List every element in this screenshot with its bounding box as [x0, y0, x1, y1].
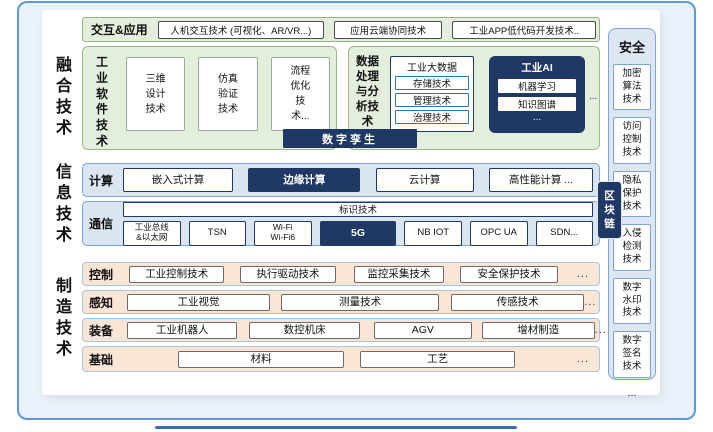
industrial-ai-panel: 工业AI 机器学习 知识图谱 ... — [489, 56, 585, 133]
perception-row-label: 感知 — [89, 294, 123, 311]
embedded-computing-box: 嵌入式计算 — [123, 168, 233, 192]
section-label-mfg-tech: 制造技术 — [53, 276, 75, 360]
machine-vision-box: 工业视觉 — [127, 294, 270, 311]
nbiot-box: NB IOT — [404, 221, 462, 246]
knowledge-graph-box: 知识图谱 — [498, 97, 576, 111]
industrial-app-lowcode-box: 工业APP低代码开发技术.. — [452, 21, 596, 39]
industrial-ai-title: 工业AI — [498, 60, 576, 75]
communication-items: 标识技术 工业总线 &以太网 TSN Wi-Fi Wi-Fi6 5G NB IO… — [123, 202, 593, 246]
measurement-tech-box: 测量技术 — [281, 294, 439, 311]
materials-box: 材料 — [178, 351, 344, 368]
equipment-row-label: 装备 — [89, 322, 123, 339]
hpc-box: 高性能计算 ... — [489, 168, 593, 192]
process-craft-box: 工艺 — [360, 351, 516, 368]
edge-computing-box: 边缘计算 — [248, 168, 360, 192]
control-row: 控制 工业控制技术 执行驱动技术 监控采集技术 安全保护技术 ... — [82, 262, 600, 286]
control-row-label: 控制 — [89, 266, 123, 283]
blockchain-tag: 区块链 — [598, 182, 621, 238]
sdn-box: SDN... — [536, 221, 594, 246]
interaction-app-label: 交互&应用 — [89, 21, 148, 38]
identifier-tech-banner: 标识技术 — [123, 202, 593, 217]
perception-row-ellipsis: ... — [584, 296, 598, 308]
digital-watermark-tech-box: 数字水印技术 — [613, 278, 651, 324]
ai-ellipsis: ... — [498, 115, 576, 121]
industrial-bigdata-panel: 工业大数据 存储技术 管理技术 治理技术 ... — [390, 56, 474, 132]
5g-box: 5G — [320, 221, 397, 246]
process-optimize-tech-box: 流程优化技术... — [271, 57, 330, 131]
cloud-computing-box: 云计算 — [376, 168, 474, 192]
foundation-row: 基础 材料 工艺 ... — [82, 346, 600, 372]
control-row-ellipsis: ... — [577, 268, 591, 280]
encryption-algo-tech-box: 加密算法技术 — [613, 64, 651, 110]
compute-items: 嵌入式计算 边缘计算 云计算 高性能计算 ... — [123, 168, 593, 192]
tsn-box: TSN — [189, 221, 247, 246]
security-ellipsis: ... — [627, 387, 636, 399]
section-label-fusion-tech: 融合技术 — [53, 55, 75, 139]
hmi-tech-box: 人机交互技术 (可视化、AR/VR...) — [158, 21, 324, 39]
equipment-row-ellipsis: ... — [595, 324, 609, 336]
perception-row: 感知 工业视觉 测量技术 传感技术 ... — [82, 290, 600, 314]
agv-box: AGV — [374, 322, 472, 339]
cnc-machine-box: 数控机床 — [249, 322, 359, 339]
data-analysis-label: 数据处理与分析技术 — [355, 55, 380, 130]
safety-protection-tech-box: 安全保护技术 — [460, 266, 558, 283]
storage-tech-box: 存储技术 — [395, 76, 469, 90]
sensing-tech-box: 传感技术 — [451, 294, 584, 311]
data-group-ellipsis: ... — [589, 91, 597, 102]
foundation-row-label: 基础 — [89, 351, 123, 368]
digital-twin-bar: 数字孪生 — [283, 129, 417, 148]
equipment-row: 装备 工业机器人 数控机床 AGV 增材制造 ... — [82, 318, 600, 342]
3d-design-tech-box: 三维设计技术 — [126, 57, 185, 131]
digital-signature-tech-box: 数字签名技术 — [613, 331, 651, 377]
foundation-row-ellipsis: ... — [577, 353, 591, 365]
governance-tech-box: 治理技术 — [395, 110, 469, 124]
interaction-app-strip: 交互&应用 人机交互技术 (可视化、AR/VR...) 应用云端协同技术 工业A… — [82, 17, 600, 42]
partial-bottom-border — [155, 426, 517, 429]
security-title: 安全 — [619, 37, 645, 56]
cloud-collab-tech-box: 应用云端协同技术 — [334, 21, 442, 39]
opcua-box: OPC UA — [470, 221, 528, 246]
simulation-verify-tech-box: 仿真验证技术 — [198, 57, 257, 131]
communication-row: 通信 标识技术 工业总线 &以太网 TSN Wi-Fi Wi-Fi6 5G NB… — [82, 201, 600, 246]
industrial-robot-box: 工业机器人 — [127, 322, 237, 339]
additive-mfg-box: 增材制造 — [482, 322, 595, 339]
section-label-info-tech: 信息技术 — [53, 162, 75, 246]
communication-row-label: 通信 — [89, 215, 123, 232]
industrial-software-label: 工业软件技术 — [91, 55, 113, 150]
industrial-control-tech-box: 工业控制技术 — [129, 266, 224, 283]
wifi-box: Wi-Fi Wi-Fi6 — [254, 221, 312, 246]
access-control-tech-box: 访问控制技术 — [613, 117, 651, 163]
actuation-drive-tech-box: 执行驱动技术 — [240, 266, 335, 283]
compute-row-label: 计算 — [89, 172, 123, 189]
machine-learning-box: 机器学习 — [498, 79, 576, 93]
industrial-bigdata-title: 工业大数据 — [395, 59, 469, 74]
tech-architecture-panel: 融合技术 信息技术 制造技术 交互&应用 人机交互技术 (可视化、AR/VR..… — [42, 10, 660, 395]
monitoring-acquisition-tech-box: 监控采集技术 — [354, 266, 444, 283]
management-tech-box: 管理技术 — [395, 93, 469, 107]
compute-row: 计算 嵌入式计算 边缘计算 云计算 高性能计算 ... — [82, 163, 600, 197]
fieldbus-ethernet-box: 工业总线 &以太网 — [123, 221, 181, 246]
